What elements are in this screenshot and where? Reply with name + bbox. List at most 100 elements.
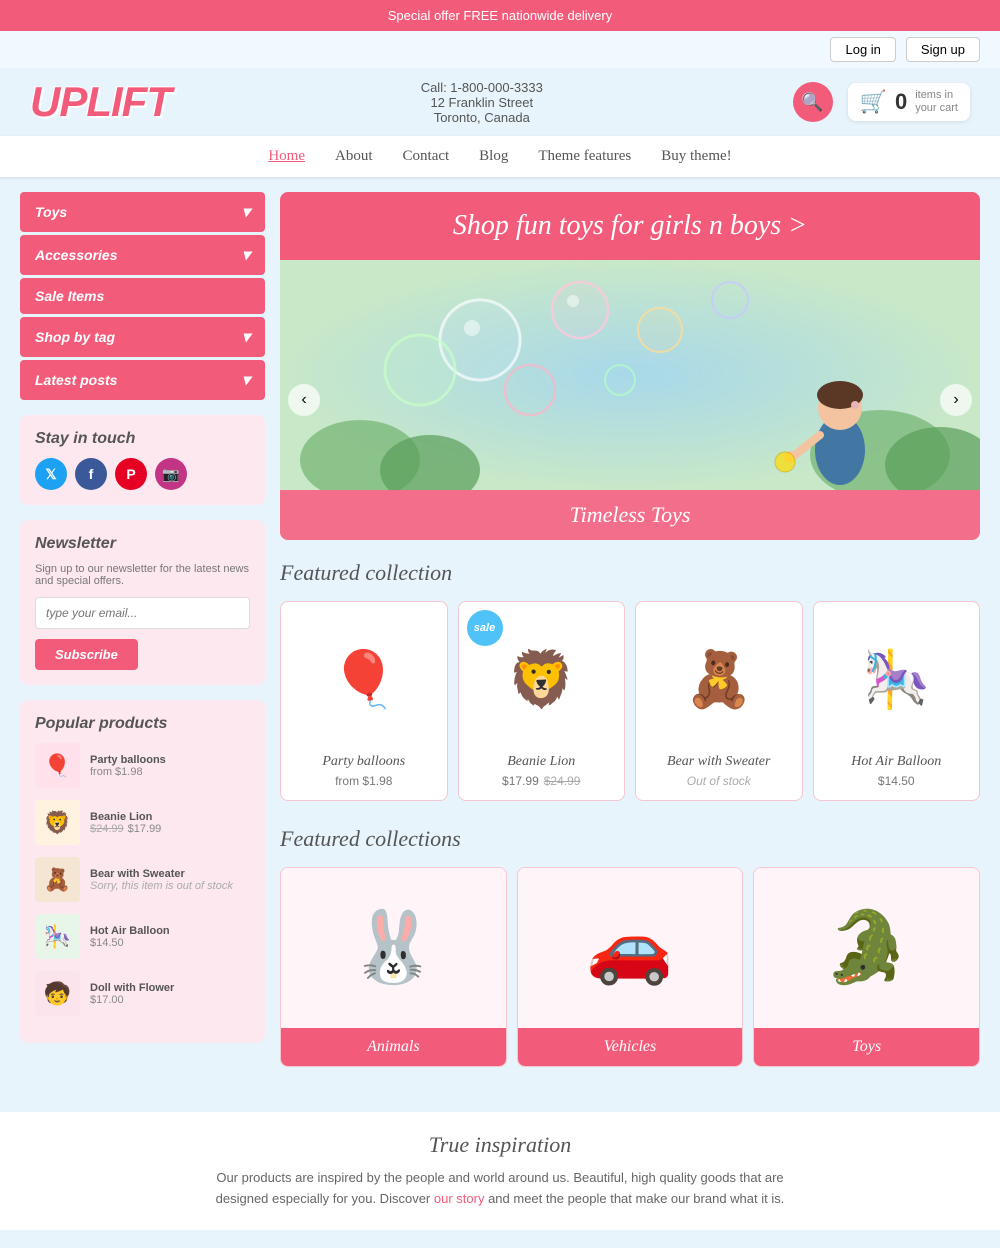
newsletter-email-input[interactable] (35, 597, 250, 629)
collection-toys[interactable]: 🐊 Toys (753, 867, 980, 1067)
sidebar-item-latestposts[interactable]: Latest posts ▾ (20, 360, 265, 400)
collection-vehicles[interactable]: 🚗 Vehicles (517, 867, 744, 1067)
nav-buy-theme[interactable]: Buy theme! (661, 148, 731, 165)
chevron-down-icon: ▾ (242, 202, 250, 222)
stay-in-touch-title: Stay in touch (35, 430, 250, 448)
nav-theme-features[interactable]: Theme features (538, 148, 631, 165)
product-img-bear: 🧸 (648, 614, 790, 744)
chevron-down-icon: ▾ (242, 245, 250, 265)
popular-products-title: Popular products (35, 715, 250, 733)
cart-icon: 🛒 (860, 89, 887, 115)
facebook-icon[interactable]: f (75, 458, 107, 490)
inspiration-section: True inspiration Our products are inspir… (0, 1112, 1000, 1230)
nav-blog[interactable]: Blog (479, 148, 508, 165)
stay-in-touch-box: Stay in touch 𝕏 f P 📷 (20, 415, 265, 505)
slider-image (280, 260, 980, 490)
nav-home[interactable]: Home (268, 148, 305, 165)
sidebar-item-shopbytag[interactable]: Shop by tag ▾ (20, 317, 265, 357)
product-price-hotairballoon: $14.50 (826, 774, 968, 788)
popular-info-balloon2: Hot Air Balloon $14.50 (90, 925, 170, 949)
newsletter-description: Sign up to our newsletter for the latest… (35, 563, 250, 587)
cart-area[interactable]: 🛒 0 items inyour cart (848, 83, 970, 121)
newsletter-title: Newsletter (35, 535, 250, 553)
chevron-right-icon: › (953, 391, 958, 409)
product-price-lion: $17.99$24.99 (471, 774, 613, 788)
collection-label-vehicles: Vehicles (518, 1028, 743, 1066)
slider-next-button[interactable]: › (940, 384, 972, 416)
collections-grid: 🐰 Animals 🚗 Vehicles 🐊 Toys (280, 867, 980, 1067)
pinterest-icon[interactable]: P (115, 458, 147, 490)
collection-img-animals: 🐰 (281, 868, 506, 1028)
sidebar-item-sale[interactable]: Sale Items (20, 278, 265, 314)
our-story-link[interactable]: our story (434, 1191, 485, 1206)
popular-img-bear: 🧸 (35, 857, 80, 902)
subscribe-button[interactable]: Subscribe (35, 639, 138, 670)
slider-prev-button[interactable]: ‹ (288, 384, 320, 416)
popular-item-balloon2[interactable]: 🎠 Hot Air Balloon $14.50 (35, 914, 250, 959)
popular-item-bear[interactable]: 🧸 Bear with Sweater Sorry, this item is … (35, 857, 250, 902)
slider: ‹ › Timeless Toys (280, 260, 980, 540)
popular-img-lion: 🦁 (35, 800, 80, 845)
popular-item-balloons[interactable]: 🎈 Party balloons from $1.98 (35, 743, 250, 788)
social-icons: 𝕏 f P 📷 (35, 458, 250, 490)
newsletter-box: Newsletter Sign up to our newsletter for… (20, 520, 265, 685)
featured-collection-section: Featured collection 🎈 Party balloons fro… (280, 560, 980, 801)
chevron-down-icon: ▾ (242, 327, 250, 347)
popular-img-balloons: 🎈 (35, 743, 80, 788)
product-card-balloons[interactable]: 🎈 Party balloons from $1.98 (280, 601, 448, 801)
product-card-lion[interactable]: sale 🦁 Beanie Lion $17.99$24.99 (458, 601, 626, 801)
search-button[interactable]: 🔍 (793, 82, 833, 122)
hero-title: Shop fun toys for girls n boys > (298, 210, 962, 242)
logo[interactable]: UPLIFT (30, 78, 171, 126)
product-name-hotairballoon: Hot Air Balloon (826, 754, 968, 770)
product-img-hotairballoon: 🎠 (826, 614, 968, 744)
signup-button[interactable]: Sign up (906, 37, 980, 62)
search-icon: 🔍 (801, 92, 823, 113)
inspiration-title: True inspiration (20, 1132, 980, 1158)
cart-count: 0 (895, 89, 907, 115)
sidebar-item-shopbytag-label: Shop by tag (35, 329, 115, 345)
popular-item-lion[interactable]: 🦁 Beanie Lion $24.99$17.99 (35, 800, 250, 845)
header-contact: Call: 1-800-000-3333 12 Franklin Street … (421, 80, 543, 125)
content: Shop fun toys for girls n boys > (280, 192, 980, 1092)
inspiration-text: Our products are inspired by the people … (200, 1168, 800, 1210)
featured-collections-title: Featured collections (280, 826, 980, 852)
sidebar-item-sale-label: Sale Items (35, 288, 104, 304)
nav-contact[interactable]: Contact (403, 148, 450, 165)
popular-item-doll[interactable]: 🧒 Doll with Flower $17.00 (35, 971, 250, 1016)
sidebar-item-latestposts-label: Latest posts (35, 372, 117, 388)
popular-products-box: Popular products 🎈 Party balloons from $… (20, 700, 265, 1043)
login-button[interactable]: Log in (830, 37, 895, 62)
instagram-icon[interactable]: 📷 (155, 458, 187, 490)
featured-product-grid: 🎈 Party balloons from $1.98 sale 🦁 Beani… (280, 601, 980, 801)
sidebar: Toys ▾ Accessories ▾ Sale Items Shop by … (20, 192, 265, 1092)
sale-badge: sale (467, 610, 503, 646)
product-card-bear[interactable]: 🧸 Bear with Sweater Out of stock (635, 601, 803, 801)
nav-about[interactable]: About (335, 148, 373, 165)
collection-label-toys: Toys (754, 1028, 979, 1066)
cart-text: items inyour cart (915, 89, 958, 115)
sidebar-item-accessories-label: Accessories (35, 247, 118, 263)
auth-bar: Log in Sign up (0, 31, 1000, 68)
top-banner-text: Special offer FREE nationwide delivery (388, 8, 613, 23)
popular-info-balloons: Party balloons from $1.98 (90, 754, 166, 778)
product-card-hotairballoon[interactable]: 🎠 Hot Air Balloon $14.50 (813, 601, 981, 801)
slider-caption: Timeless Toys (280, 490, 980, 540)
product-price-balloons: from $1.98 (293, 774, 435, 788)
product-name-bear: Bear with Sweater (648, 754, 790, 770)
collection-img-toys: 🐊 (754, 868, 979, 1028)
collection-animals[interactable]: 🐰 Animals (280, 867, 507, 1067)
collection-label-animals: Animals (281, 1028, 506, 1066)
sidebar-item-toys[interactable]: Toys ▾ (20, 192, 265, 232)
popular-info-bear: Bear with Sweater Sorry, this item is ou… (90, 868, 233, 892)
bubbles-illustration (280, 260, 980, 490)
chevron-left-icon: ‹ (301, 391, 306, 409)
main-layout: Toys ▾ Accessories ▾ Sale Items Shop by … (0, 177, 1000, 1107)
featured-collections-section: Featured collections 🐰 Animals 🚗 Vehicle… (280, 826, 980, 1067)
popular-img-balloon2: 🎠 (35, 914, 80, 959)
twitter-icon[interactable]: 𝕏 (35, 458, 67, 490)
sidebar-item-toys-label: Toys (35, 204, 67, 220)
sidebar-menu: Toys ▾ Accessories ▾ Sale Items Shop by … (20, 192, 265, 400)
chevron-down-icon: ▾ (242, 370, 250, 390)
sidebar-item-accessories[interactable]: Accessories ▾ (20, 235, 265, 275)
